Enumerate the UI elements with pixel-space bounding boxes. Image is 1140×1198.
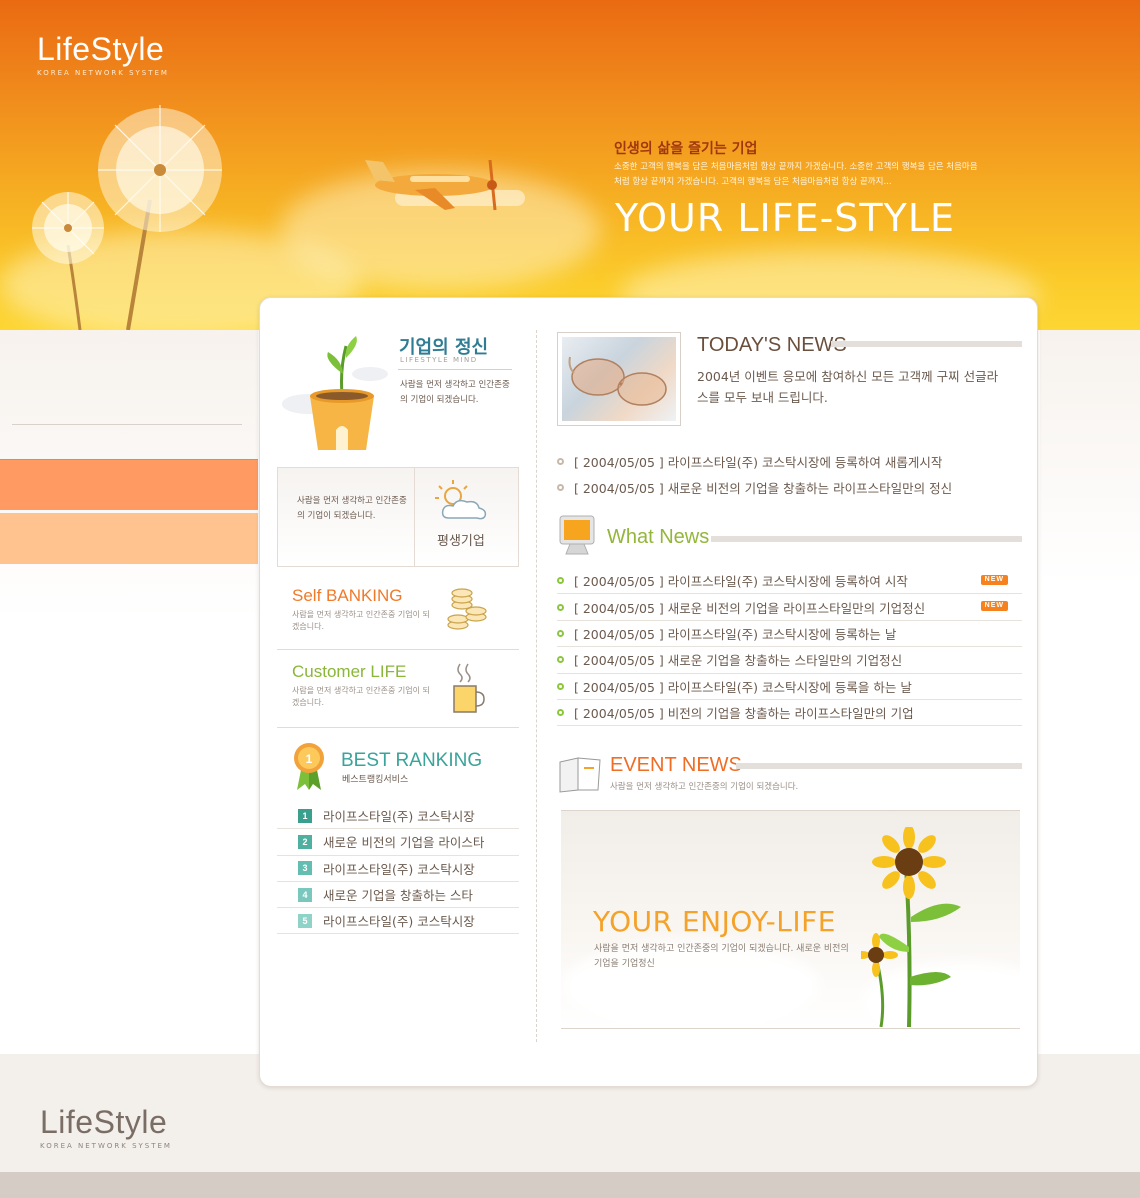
ranking-item[interactable]: 5 라이프스타일(주) 코스탁시장 xyxy=(277,908,519,935)
logo-wordmark: LifeStyle xyxy=(37,31,165,67)
today-news-text: 2004년 이벤트 응모에 참여하신 모든 고객께 구찌 선글라스를 모두 보내… xyxy=(697,369,999,405)
svg-text:1: 1 xyxy=(306,752,313,766)
sunglasses-photo xyxy=(562,337,676,421)
footer-logo[interactable]: LifeStyle KOREA NETWORK SYSTEM xyxy=(40,1106,172,1150)
column-divider xyxy=(536,330,537,1042)
sunflower-illustration xyxy=(861,827,961,1027)
what-news-item-text: [ 2004/05/05 ] 새로운 비전의 기업을 라이프스타일만의 기업정신 xyxy=(574,600,926,616)
rank-number-badge: 5 xyxy=(298,913,312,928)
left-divider xyxy=(12,424,242,425)
ranking-item-label: 새로운 기업을 창출하는 스타 xyxy=(323,888,473,904)
bullet-icon xyxy=(557,629,564,637)
hero-title: YOUR LIFE-STYLE xyxy=(615,196,956,240)
cup-icon xyxy=(453,663,485,713)
ranking-item[interactable]: 3 라이프스타일(주) 코스탁시장 xyxy=(277,856,519,882)
sun-cloud-icon xyxy=(435,480,487,520)
bullet-icon xyxy=(557,457,564,465)
bullet-icon xyxy=(557,483,564,491)
ranking-title: BEST RANKING xyxy=(341,750,483,771)
what-news-item[interactable]: [ 2004/05/05 ] 새로운 기업을 창출하는 스타일만의 기업정신 xyxy=(557,647,1022,674)
rank-number-badge: 3 xyxy=(298,861,312,876)
book-icon xyxy=(559,757,601,793)
spirit-subtitle: LIFESTYLE MIND xyxy=(400,356,478,364)
what-news-item-text: [ 2004/05/05 ] 라이프스타일(주) 코스탁시장에 등록하는 날 xyxy=(574,626,897,642)
what-news-item-text: [ 2004/05/05 ] 새로운 기업을 창출하는 스타일만의 기업정신 xyxy=(574,653,903,669)
event-banner-title: YOUR ENJOY-LIFE xyxy=(593,905,836,938)
event-news-rule xyxy=(736,763,1022,769)
new-badge: NEW xyxy=(980,601,1008,612)
bullet-icon xyxy=(557,656,564,664)
monitor-icon xyxy=(559,515,595,555)
spirit-underline xyxy=(398,369,512,370)
lifetime-label: 평생기업 xyxy=(437,534,485,549)
sprout-pot-icon xyxy=(282,336,388,450)
ranking-item[interactable]: 1 라이프스타일(주) 코스탁시장 xyxy=(277,803,519,830)
banking-text: 사람을 먼저 생각하고 인간존중 기업이 되겠습니다. xyxy=(292,610,430,631)
header-logo[interactable]: LifeStyle KOREA NETWORK SYSTEM xyxy=(37,33,169,77)
coins-icon xyxy=(447,588,487,630)
what-news-item[interactable]: [ 2004/05/05 ] 라이프스타일(주) 코스탁시장에 등록하는 날 xyxy=(557,621,1022,648)
left-accent-bar-dark xyxy=(0,459,258,510)
what-news-item-text: [ 2004/05/05 ] 비전의 기업을 창출하는 라이프스타일만의 기업 xyxy=(574,706,914,722)
today-news-item[interactable]: [ 2004/05/05 ] 라이프스타일(주) 코스탁시장에 등록하여 새롭게… xyxy=(557,448,1023,474)
customer-title[interactable]: Customer LIFE xyxy=(292,662,406,682)
footer-wordmark: LifeStyle xyxy=(40,1104,168,1140)
rank-number-badge: 1 xyxy=(298,808,312,823)
what-news-item-text: [ 2004/05/05 ] 라이프스타일(주) 코스탁시장에 등록하여 시작 xyxy=(574,574,908,590)
news-photo-frame[interactable] xyxy=(557,332,681,426)
today-news-list: [ 2004/05/05 ] 라이프스타일(주) 코스탁시장에 등록하여 새롭게… xyxy=(557,448,1023,500)
event-news-subtitle: 사람을 먼저 생각하고 인간존중의 기업이 되겠습니다. xyxy=(610,782,799,792)
header-banner: LifeStyle KOREA NETWORK SYSTEM 인생의 삶을 즐기… xyxy=(0,0,1140,330)
new-badge: NEW xyxy=(980,575,1008,585)
left-accent-bar-light xyxy=(0,513,258,564)
what-news-item[interactable]: [ 2004/05/05 ] 라이프스타일(주) 코스탁시장에 등록하여 시작 N… xyxy=(557,568,1022,595)
rank-number-badge: 4 xyxy=(298,887,312,902)
ranking-item[interactable]: 2 새로운 비전의 기업을 라이스타 xyxy=(277,829,519,856)
what-news-item[interactable]: [ 2004/05/05 ] 비전의 기업을 창출하는 라이프스타일만의 기업 xyxy=(557,700,1022,727)
sunglasses-icon xyxy=(568,356,667,406)
bullet-icon xyxy=(557,577,564,585)
footer-strip xyxy=(0,1172,1140,1198)
footer-tagline: KOREA NETWORK SYSTEM xyxy=(40,1142,172,1150)
left-sidebar-background xyxy=(0,330,258,1054)
ranking-subtitle: 베스트랭킹서비스 xyxy=(342,775,409,785)
what-news-rule xyxy=(711,536,1022,542)
ranking-list: 1 라이프스타일(주) 코스탁시장 2 새로운 비전의 기업을 라이스타 3 라이프스타일… xyxy=(277,803,519,935)
ranking-item[interactable]: 4 새로운 기업을 창출하는 스타 xyxy=(277,882,519,909)
what-news-item-text: [ 2004/05/05 ] 라이프스타일(주) 코스탁시장에 등록을 하는 날 xyxy=(574,679,912,695)
side-divider xyxy=(277,727,519,728)
ranking-item-label: 라이프스타일(주) 코스탁시장 xyxy=(323,861,475,877)
logo-tagline: KOREA NETWORK SYSTEM xyxy=(37,69,169,77)
medal-icon: 1 xyxy=(294,743,324,790)
today-news-item-text: [ 2004/05/05 ] 새로운 비전의 기업을 창출하는 라이프스타일만의… xyxy=(574,480,953,496)
lifetime-text: 사람을 먼저 생각하고 인간존중의 기업이 되겠습니다. xyxy=(297,496,407,521)
what-news-title: What News xyxy=(607,526,710,548)
event-news-title: EVENT NEWS xyxy=(610,754,742,776)
today-news-item-text: [ 2004/05/05 ] 라이프스타일(주) 코스탁시장에 등록하여 새롭게… xyxy=(574,454,943,470)
bullet-icon xyxy=(557,682,564,690)
side-divider xyxy=(277,649,519,650)
banking-title[interactable]: Self BANKING xyxy=(292,586,403,606)
ranking-item-label: 라이프스타일(주) 코스탁시장 xyxy=(323,809,475,825)
what-news-item[interactable]: [ 2004/05/05 ] 라이프스타일(주) 코스탁시장에 등록을 하는 날 xyxy=(557,674,1022,700)
what-news-list: [ 2004/05/05 ] 라이프스타일(주) 코스탁시장에 등록하여 시작 N… xyxy=(557,568,1022,727)
spirit-text: 사람을 먼저 생각하고 인간존중의 기업이 되겠습니다. xyxy=(400,380,510,405)
ranking-item-label: 라이프스타일(주) 코스탁시장 xyxy=(323,914,475,930)
lifetime-box-divider xyxy=(414,468,415,566)
today-news-item[interactable]: [ 2004/05/05 ] 새로운 비전의 기업을 창출하는 라이프스타일만의… xyxy=(557,474,1023,500)
rank-number-badge: 2 xyxy=(298,834,312,849)
hero-subhead: 인생의 삶을 즐기는 기업 xyxy=(614,141,758,157)
bullet-icon xyxy=(557,603,564,611)
airplane-illustration xyxy=(365,159,525,211)
today-news-title: TODAY'S NEWS xyxy=(697,334,847,356)
what-news-item[interactable]: [ 2004/05/05 ] 새로운 비전의 기업을 라이프스타일만의 기업정신… xyxy=(557,594,1022,621)
event-banner-text: 사람을 먼저 생각하고 인간존중의 기업이 되겠습니다. 새로운 비전의 기업을… xyxy=(594,944,849,969)
hero-description: 소중한 고객의 행복을 담은 처음마음처럼 항상 끝까지 가겠습니다. 소중한 … xyxy=(614,162,978,187)
bullet-icon xyxy=(557,709,564,717)
today-news-rule xyxy=(831,341,1022,347)
right-sidebar-background xyxy=(1040,330,1140,1054)
customer-text: 사람을 먼저 생각하고 인간존중 기업이 되겠습니다. xyxy=(292,686,430,707)
ranking-item-label: 새로운 비전의 기업을 라이스타 xyxy=(323,835,485,851)
